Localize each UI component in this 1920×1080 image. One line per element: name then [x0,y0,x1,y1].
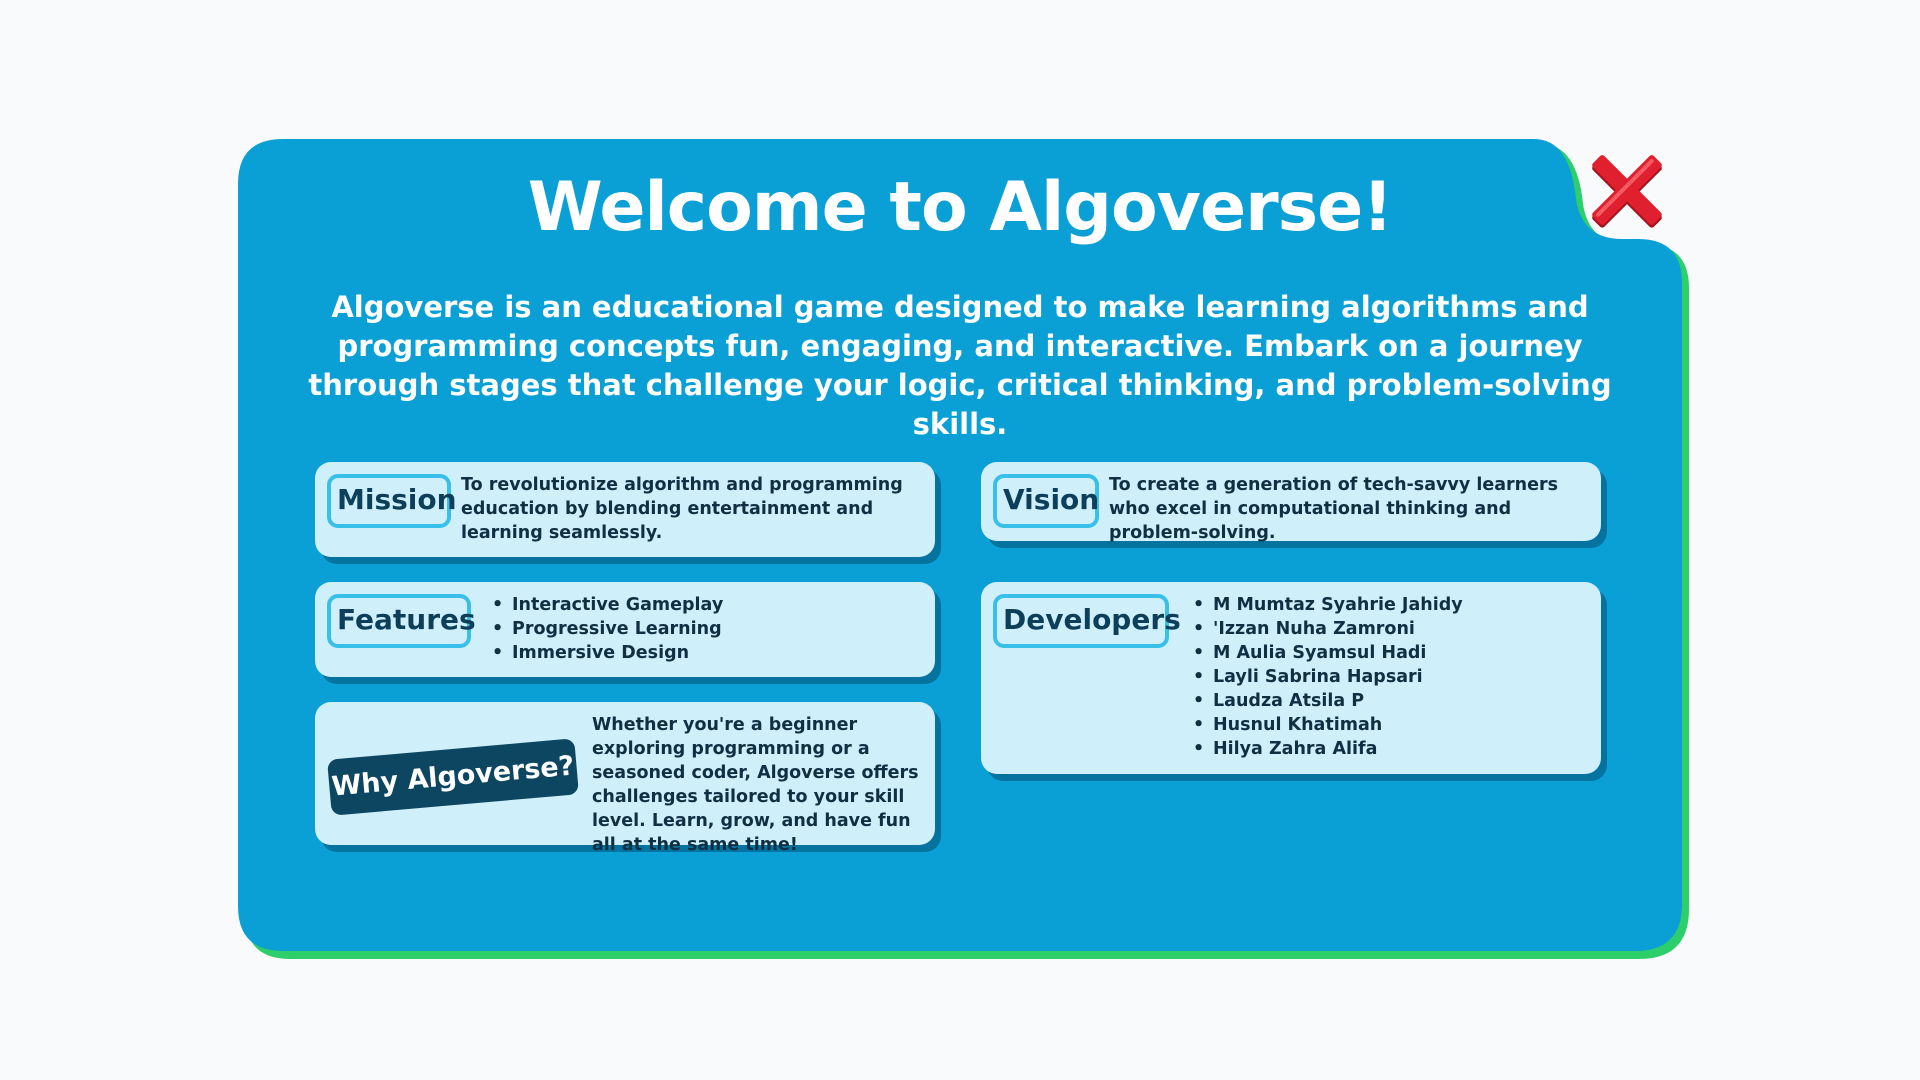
mission-card: Mission To revolutionize algorithm and p… [315,462,935,557]
intro-text: Algoverse is an educational game designe… [308,290,1612,441]
list-item: 'Izzan Nuha Zamroni [1193,617,1463,641]
list-item: Hilya Zahra Alifa [1193,737,1463,761]
features-label: Features [327,594,476,648]
mission-label: Mission [327,474,457,528]
about-screen: Welcome to Algoverse! Algoverse is an ed… [0,0,1920,1080]
list-item: Interactive Gameplay [492,593,723,617]
vision-card: Vision To create a generation of tech-sa… [981,462,1601,543]
developers-label: Developers [993,594,1181,648]
developers-card: Developers M Mumtaz Syahrie Jahidy 'Izza… [981,582,1601,774]
list-item: Laudza Atsila P [1193,689,1463,713]
page-title: Welcome to Algoverse! [527,168,1394,247]
features-card: Features Interactive Gameplay Progressiv… [315,582,935,677]
developers-list: M Mumtaz Syahrie Jahidy 'Izzan Nuha Zamr… [1193,593,1463,761]
vision-label: Vision [993,474,1099,528]
list-item: Layli Sabrina Hapsari [1193,665,1463,689]
list-item: M Aulia Syamsul Hadi [1193,641,1463,665]
list-item: Husnul Khatimah [1193,713,1463,737]
vision-text: To create a generation of tech-savvy lea… [1109,475,1559,543]
why-text: Whether you're a beginner exploring prog… [592,715,919,855]
list-item: M Mumtaz Syahrie Jahidy [1193,593,1463,617]
mission-text: To revolutionize algorithm and programmi… [461,475,903,543]
features-list: Interactive Gameplay Progressive Learnin… [492,593,723,665]
list-item: Immersive Design [492,641,723,665]
list-item: Progressive Learning [492,617,723,641]
